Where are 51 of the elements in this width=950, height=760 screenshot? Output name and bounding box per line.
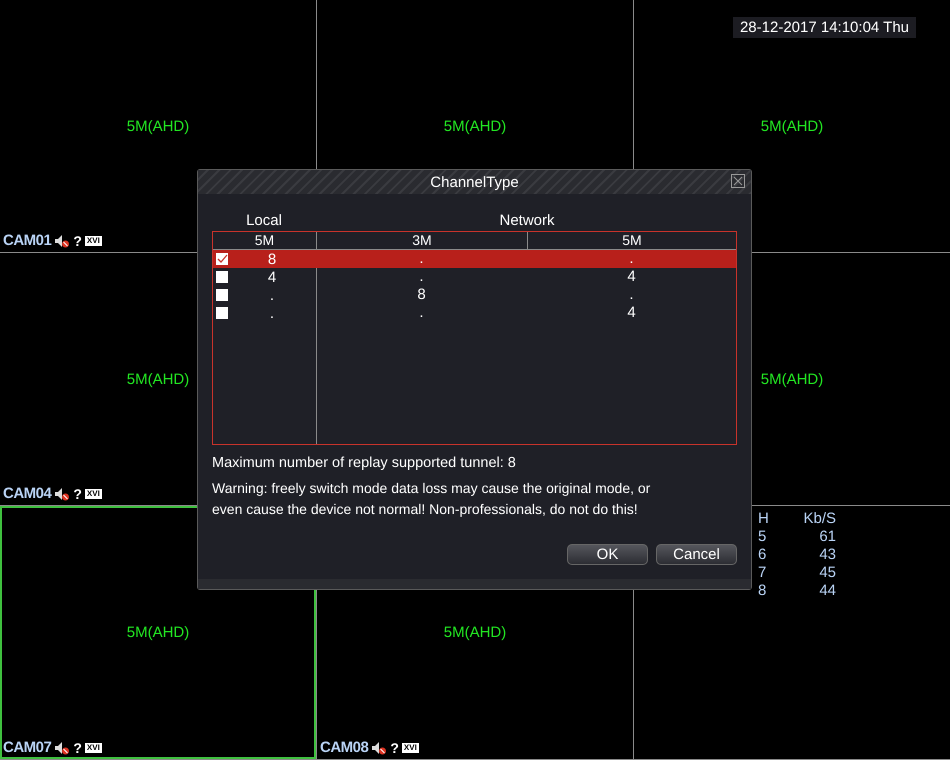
cancel-button[interactable]: Cancel bbox=[656, 544, 737, 565]
signal-label: 5M(AHD) bbox=[760, 118, 824, 134]
signal-label: 5M(AHD) bbox=[126, 624, 190, 641]
channel-number: 7 bbox=[757, 564, 768, 582]
group-header: Local bbox=[245, 212, 283, 229]
table-cell-text: 4 bbox=[626, 304, 637, 322]
table-cell-text: . bbox=[418, 268, 425, 286]
signal-label: 5M(AHD) bbox=[444, 624, 506, 641]
table-cell-text: . bbox=[628, 286, 635, 304]
date-time: 28-12-2017 14:10:04 Thu bbox=[732, 17, 916, 38]
table-cell-text: 8 bbox=[266, 250, 278, 268]
camera-name: CAM08 bbox=[320, 739, 368, 756]
channel-number: 8 bbox=[757, 582, 768, 600]
ok-button[interactable]: OK bbox=[567, 544, 648, 565]
table-cell-text: . bbox=[268, 286, 276, 304]
column-header: 5M bbox=[254, 232, 276, 249]
signal-label: 5M(AHD) bbox=[126, 118, 190, 134]
camera-name: CAM01 bbox=[3, 232, 52, 249]
signal-label: 5M(AHD) bbox=[760, 370, 824, 388]
codec-badge: XVI bbox=[402, 742, 419, 752]
camera-name: CAM07 bbox=[3, 739, 52, 756]
bitrate-value: 45 bbox=[818, 564, 836, 582]
table-cell-text: . bbox=[268, 304, 276, 322]
table-cell-text: . bbox=[418, 304, 425, 322]
help-mark: ? bbox=[73, 740, 82, 756]
table-row[interactable]: 8 . . bbox=[213, 250, 736, 268]
help-mark: ? bbox=[73, 486, 82, 502]
column-header: 3M bbox=[316, 232, 527, 249]
codec-badge: XVI bbox=[84, 236, 102, 246]
bitrate-value: 44 bbox=[818, 582, 836, 600]
channel-number: 6 bbox=[757, 546, 768, 564]
table-cell-text: 4 bbox=[266, 268, 278, 286]
group-header: Network bbox=[498, 212, 556, 229]
codec-badge: XVI bbox=[84, 742, 102, 752]
table-cell-text: 4 bbox=[626, 268, 637, 286]
table-cell-text: 8 bbox=[416, 286, 427, 304]
bitrate-value: 61 bbox=[818, 528, 836, 546]
column-header: 5M bbox=[527, 232, 736, 249]
dialog-title: ChannelType bbox=[430, 174, 519, 190]
camera-name: CAM04 bbox=[3, 485, 52, 502]
bitrate-header: Kb/S bbox=[802, 510, 836, 528]
signal-label: 5M(AHD) bbox=[126, 370, 190, 388]
channel-number: 5 bbox=[757, 528, 768, 546]
table-cell-text: . bbox=[628, 250, 635, 268]
codec-badge: XVI bbox=[84, 488, 102, 498]
help-mark: ? bbox=[73, 232, 82, 248]
table-cell-text: . bbox=[418, 250, 425, 268]
bitrate-value: 43 bbox=[818, 546, 836, 564]
help-mark: ? bbox=[390, 740, 399, 756]
signal-label: 5M(AHD) bbox=[444, 118, 506, 134]
channel-header: H bbox=[757, 510, 770, 528]
